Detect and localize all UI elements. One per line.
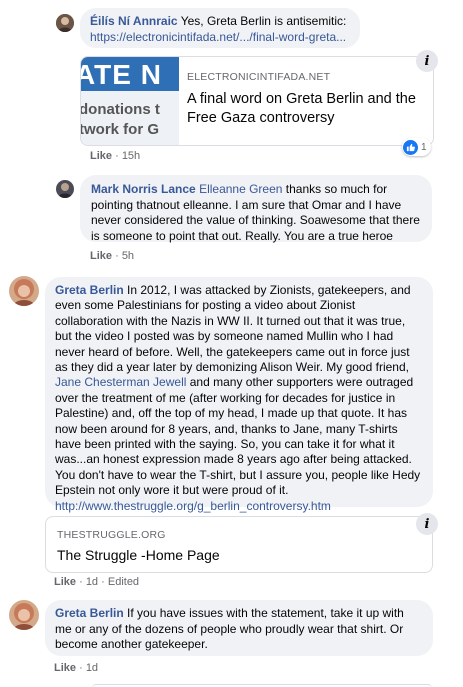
comment-meta: Like · 15h	[90, 150, 140, 162]
reaction-badge[interactable]: 1	[402, 138, 431, 156]
edited-label[interactable]: Edited	[108, 576, 139, 588]
like-link[interactable]: Like	[54, 662, 76, 674]
comment-text: Yes, Greta Berlin is antisemitic:	[177, 14, 347, 28]
comment-author[interactable]: Mark Norris Lance	[91, 182, 196, 196]
timestamp[interactable]: 5h	[122, 250, 134, 262]
comment-mention[interactable]: Jane Chesterman Jewell	[55, 375, 186, 389]
separator: ·	[115, 150, 119, 162]
avatar-photo-icon	[9, 276, 39, 306]
avatar-photo-icon	[9, 600, 39, 630]
link-preview-title[interactable]: A final word on Greta Berlin and the Fre…	[187, 90, 427, 128]
link-preview-title[interactable]: The Struggle -Home Page	[57, 547, 220, 563]
comment-author[interactable]: Greta Berlin	[55, 283, 124, 297]
comment-mark: Mark Norris Lance Elleanne Green thanks …	[0, 170, 463, 265]
avatar-photo-icon	[56, 14, 74, 32]
comment-bubble: Éilís Ní Annraic Yes, Greta Berlin is an…	[80, 8, 360, 48]
comment-link[interactable]: http://www.thestruggle.org/g_berlin_cont…	[55, 499, 331, 513]
link-preview-domain: THESTRUGGLE.ORG	[57, 529, 166, 541]
comment-author[interactable]: Éilís Ní Annraic	[90, 14, 178, 28]
link-preview-card[interactable]: THESTRUGGLE.ORG The Struggle -Home Page	[45, 516, 433, 573]
timestamp[interactable]: 1d	[86, 662, 98, 674]
separator: ·	[79, 662, 83, 674]
like-link[interactable]: Like	[54, 576, 76, 588]
info-icon: i	[424, 53, 430, 69]
like-reaction-icon	[403, 139, 418, 155]
comment-meta: Like · 1d	[54, 662, 98, 674]
comment-mention[interactable]: Elleanne Green	[199, 182, 282, 196]
link-preview-card[interactable]: ATE N donations t twork for G ELECTRONIC…	[80, 56, 434, 146]
preview-image-text-big: ATE N	[81, 59, 162, 90]
timestamp[interactable]: 15h	[122, 150, 140, 162]
info-button[interactable]: i	[416, 50, 438, 72]
preview-image-text-line1: donations t	[81, 101, 160, 118]
avatar[interactable]	[56, 14, 74, 32]
comment-bubble: Greta Berlin If you have issues with the…	[45, 600, 433, 656]
comment-bubble: Mark Norris Lance Elleanne Green thanks …	[80, 175, 432, 243]
avatar[interactable]	[56, 180, 74, 198]
like-link[interactable]: Like	[90, 150, 112, 162]
separator: ·	[79, 576, 83, 588]
comment-meta: Like · 1d · Edited	[54, 576, 139, 588]
link-preview-image: ATE N donations t twork for G	[81, 57, 179, 145]
timestamp[interactable]: 1d	[86, 576, 98, 588]
comment-link[interactable]: https://electronicintifada.net/.../final…	[90, 30, 346, 44]
comment-meta: Like · 5h	[90, 250, 134, 262]
comment-greta-2: Greta Berlin If you have issues with the…	[0, 590, 463, 687]
separator: ·	[101, 576, 105, 588]
like-link[interactable]: Like	[90, 250, 112, 262]
comment-greta-1: Greta Berlin In 2012, I was attacked by …	[0, 265, 463, 590]
comment-text-part-2: and many other supporters were outraged …	[55, 375, 421, 498]
avatar[interactable]	[9, 600, 39, 630]
info-button[interactable]: i	[416, 513, 438, 535]
comment-bubble: Greta Berlin In 2012, I was attacked by …	[45, 277, 433, 513]
info-icon: i	[424, 516, 430, 532]
preview-image-text-line2: twork for G	[81, 121, 160, 138]
comment-eilis: Éilís Ní Annraic Yes, Greta Berlin is an…	[0, 0, 463, 170]
link-preview-domain: ELECTRONICINTIFADA.NET	[187, 71, 331, 83]
avatar[interactable]	[9, 276, 39, 306]
separator: ·	[115, 250, 119, 262]
comment-author[interactable]: Greta Berlin	[55, 606, 124, 620]
reaction-count: 1	[421, 141, 427, 153]
avatar-photo-icon	[56, 180, 74, 198]
